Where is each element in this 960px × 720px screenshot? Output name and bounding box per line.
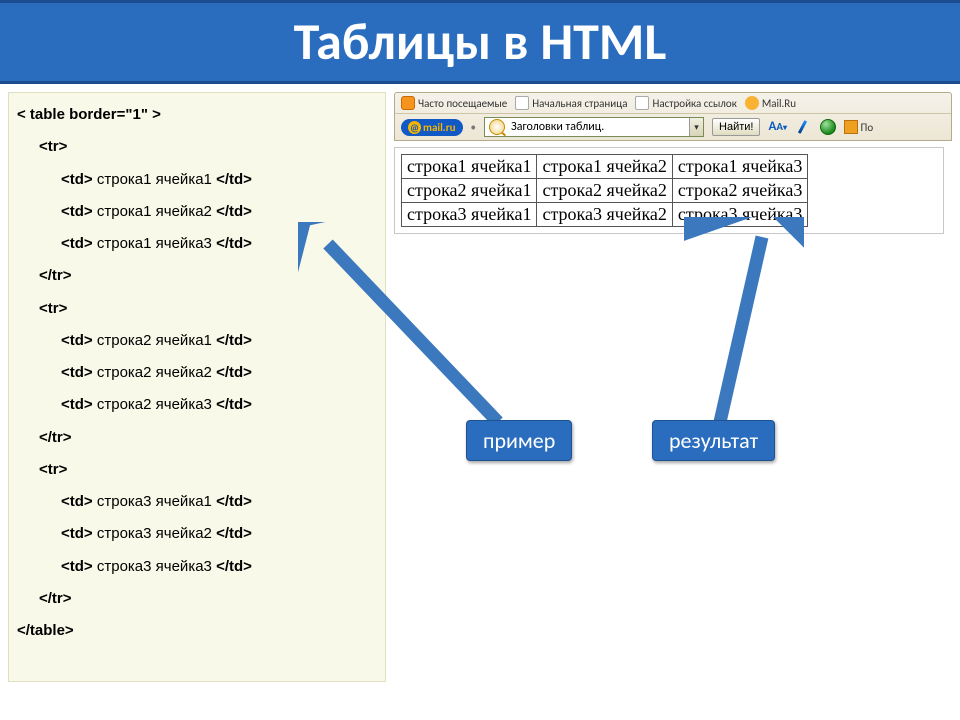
folder-icon	[844, 120, 858, 134]
bookmark-most-visited[interactable]: Часто посещаемые	[401, 96, 507, 110]
search-dropdown[interactable]	[689, 118, 703, 136]
page-title: Таблицы в HTML	[0, 9, 960, 73]
callout-example: пример	[466, 420, 572, 461]
search-icon	[489, 119, 505, 135]
bookmark-label: Mail.Ru	[762, 97, 796, 110]
code-td: <td> строка1 ячейка1 </td>	[17, 164, 377, 196]
code-tr-open: <tr>	[17, 131, 377, 163]
code-tr-close: </tr>	[17, 583, 377, 615]
globe-icon[interactable]	[820, 119, 836, 135]
bookmark-mailru[interactable]: Mail.Ru	[745, 96, 796, 110]
rendered-page: строка1 ячейка1 строка1 ячейка2 строка1 …	[394, 147, 944, 234]
po-cutoff: По	[844, 120, 873, 134]
title-bar: Таблицы в HTML	[0, 0, 960, 84]
bookmark-label: Часто посещаемые	[418, 97, 507, 110]
po-label: По	[860, 121, 873, 134]
bookmark-link-settings[interactable]: Настройка ссылок	[635, 96, 736, 110]
search-box	[484, 117, 704, 137]
result-panel: Часто посещаемые Начальная страница Наст…	[394, 92, 952, 682]
code-td: <td> строка3 ячейка1 </td>	[17, 486, 377, 518]
bookmark-home-page[interactable]: Начальная страница	[515, 96, 627, 110]
table-cell: строка3 ячейка2	[537, 203, 672, 227]
mailru-badge[interactable]: @ mail.ru	[401, 119, 463, 136]
arrow-result	[684, 217, 804, 432]
code-td: <td> строка3 ячейка2 </td>	[17, 518, 377, 550]
table-cell: строка2 ячейка1	[402, 179, 537, 203]
find-button[interactable]: Найти!	[712, 118, 760, 136]
page-icon	[635, 96, 649, 110]
at-icon: @	[408, 121, 421, 134]
callout-result: результат	[652, 420, 775, 461]
code-table-close: </table>	[17, 615, 377, 647]
page-icon	[515, 96, 529, 110]
browser-toolbar: Часто посещаемые Начальная страница Наст…	[394, 92, 952, 141]
rss-icon	[401, 96, 415, 110]
arrow-example	[298, 222, 528, 432]
mailru-badge-text: mail.ru	[423, 121, 456, 134]
table-row: строка2 ячейка1 строка2 ячейка2 строка2 …	[402, 179, 808, 203]
table-cell: строка2 ячейка2	[537, 179, 672, 203]
table-cell: строка2 ячейка3	[672, 179, 807, 203]
font-size-icon[interactable]: AA▾	[768, 119, 786, 135]
highlight-icon[interactable]	[794, 119, 812, 135]
search-input[interactable]	[509, 118, 689, 136]
search-row: @ mail.ru • Найти! AA▾ По	[395, 114, 951, 140]
at-icon	[745, 96, 759, 110]
bookmark-label: Настройка ссылок	[652, 97, 736, 110]
bookmark-label: Начальная страница	[532, 97, 627, 110]
table-cell: строка1 ячейка1	[402, 155, 537, 179]
table-cell: строка1 ячейка2	[537, 155, 672, 179]
code-tr-open: <tr>	[17, 454, 377, 486]
table-row: строка1 ячейка1 строка1 ячейка2 строка1 …	[402, 155, 808, 179]
content-area: < table border="1" > <tr> <td> строка1 я…	[0, 84, 960, 690]
code-table-open: < table border="1" >	[17, 99, 377, 131]
code-td: <td> строка3 ячейка3 </td>	[17, 551, 377, 583]
table-cell: строка1 ячейка3	[672, 155, 807, 179]
bookmarks-row: Часто посещаемые Начальная страница Наст…	[395, 93, 951, 114]
